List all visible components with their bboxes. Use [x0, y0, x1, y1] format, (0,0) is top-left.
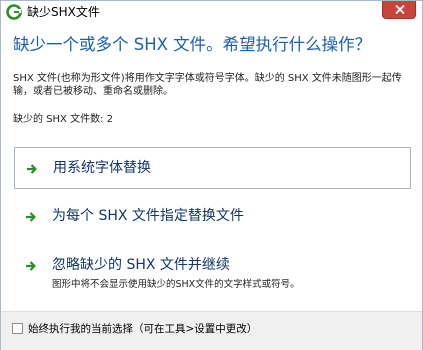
remember-choice-checkbox[interactable]	[12, 323, 23, 334]
green-arrow-right-icon	[27, 164, 37, 174]
green-arrow-right-icon	[26, 261, 36, 271]
option-sublabel: 图形中将不会显示使用缺少的SHX文件的文字样式或符号。	[52, 279, 300, 290]
option-replace-with-system-font[interactable]: 用系统字体替换	[14, 147, 411, 189]
option-specify-replacement-files[interactable]: 为每个 SHX 文件指定替换文件	[14, 196, 411, 238]
dialog-description: SHX 文件(也称为形文件)将用作文字字体或符号字体。缺少的 SHX 文件未随图…	[13, 73, 402, 97]
option-ignore-and-continue[interactable]: 忽略缺少的 SHX 文件并继续 图形中将不会显示使用缺少的SHX文件的文字样式或…	[14, 243, 411, 301]
close-button[interactable]	[382, 1, 416, 19]
option-label: 用系统字体替换	[53, 160, 151, 176]
option-label: 忽略缺少的 SHX 文件并继续	[52, 257, 230, 273]
close-icon	[395, 5, 405, 14]
missing-count: 缺少的 SHX 文件数: 2	[13, 114, 113, 125]
dialog-footer: 始终执行我的当前选择（可在工具>设置中更改）	[1, 311, 422, 350]
window-title: 缺少SHX文件	[27, 5, 100, 19]
remember-choice-label[interactable]: 始终执行我的当前选择（可在工具>设置中更改）	[28, 322, 257, 336]
option-label: 为每个 SHX 文件指定替换文件	[52, 208, 244, 224]
title-bar: 缺少SHX文件	[1, 1, 422, 23]
green-arrow-right-icon	[26, 212, 36, 222]
missing-shx-dialog: 缺少SHX文件 缺少一个或多个 SHX 文件。希望执行什么操作？ SHX 文件(…	[0, 0, 423, 350]
dialog-heading: 缺少一个或多个 SHX 文件。希望执行什么操作？	[13, 35, 372, 54]
app-logo-icon	[6, 4, 22, 20]
